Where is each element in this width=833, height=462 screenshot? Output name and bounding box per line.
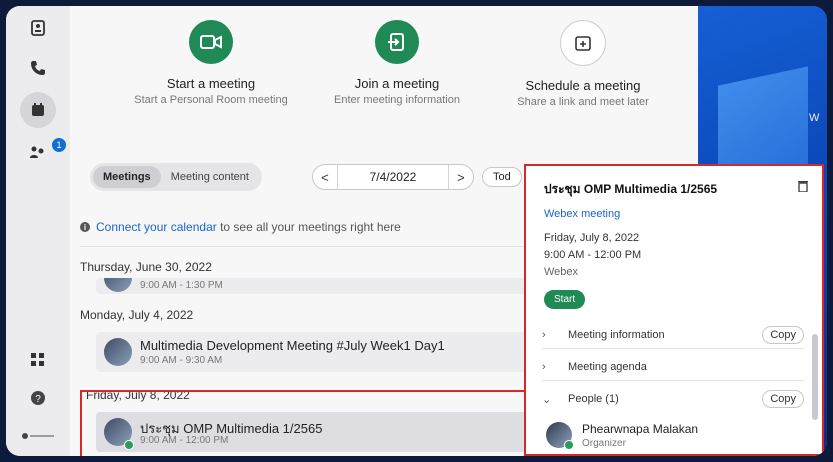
date-field[interactable]: 7/4/2022 [336,165,449,189]
meeting-details-title: ประชุม OMP Multimedia 1/2565 [544,182,718,196]
calendar-note-text: to see all your meetings right here [216,220,401,234]
join-arrow-icon [375,20,419,64]
schedule-meeting-subtitle: Share a link and meet later [517,96,649,108]
copy-button[interactable]: Copy [762,326,804,344]
info-icon: i [80,222,90,232]
row-label: People (1) [568,393,619,405]
webex-meeting-link[interactable]: Webex meeting [544,208,620,220]
meeting-item[interactable]: Multimedia Development Meeting #July Wee… [96,332,526,372]
svg-text:?: ? [35,394,41,405]
meeting-title: Multimedia Development Meeting #July Wee… [140,338,445,353]
status-slider-icon[interactable] [20,422,56,450]
tab-meeting-content[interactable]: Meeting content [161,166,259,188]
next-date-button[interactable]: > [449,170,473,185]
person-name: Phearwnapa Malakan [582,422,699,436]
today-button[interactable]: Tod [481,167,522,187]
presence-indicator [564,440,574,450]
chevron-right-icon: › [542,329,546,341]
day-header: Thursday, June 30, 2022 [80,260,212,274]
date-picker: < 7/4/2022 > [311,164,474,190]
contacts-icon[interactable] [24,14,52,42]
people-row[interactable]: ⌄ People (1) Copy [542,386,804,412]
attendee-organizer[interactable]: Phearwnapa Malakan Organizer [546,420,786,452]
trash-icon[interactable] [798,180,808,195]
day-header: Monday, July 4, 2022 [80,308,194,322]
help-icon[interactable]: ? [24,384,52,412]
meetings-icon[interactable] [20,92,56,128]
quick-actions: Start a meeting Start a Personal Room me… [70,20,698,140]
notification-badge: 1 [52,138,66,152]
chevron-down-icon: ⌄ [542,393,552,406]
panel-scrollbar[interactable] [812,334,818,420]
meeting-time: 9:00 AM - 9:30 AM [140,355,223,366]
calendar-connect-note: i Connect your calendar to see all your … [80,220,530,234]
desktop-partial-text: W [809,112,820,124]
meeting-information-row[interactable]: › Meeting information Copy [542,322,804,349]
apps-grid-icon[interactable] [24,346,52,374]
view-tabs: Meetings Meeting content [90,163,262,191]
join-meeting-subtitle: Enter meeting information [334,94,460,106]
tab-meetings[interactable]: Meetings [93,166,161,188]
meeting-platform: Webex [544,266,579,278]
chevron-right-icon: › [542,361,546,373]
team-icon[interactable] [24,138,52,166]
start-button[interactable]: Start [544,290,586,309]
meeting-date: Friday, July 8, 2022 [544,232,640,244]
video-camera-icon [189,20,233,64]
start-meeting-subtitle: Start a Personal Room meeting [134,94,288,106]
row-label: Meeting information [568,329,665,341]
highlight-box [80,390,526,456]
prev-date-button[interactable]: < [313,170,337,185]
person-role: Organizer [582,438,626,449]
join-meeting-title: Join a meeting [354,76,440,91]
row-label: Meeting agenda [568,361,647,373]
meeting-agenda-row[interactable]: › Meeting agenda [542,354,804,381]
phone-icon[interactable] [24,54,52,82]
avatar [104,278,132,292]
meeting-details-panel: ประชุม OMP Multimedia 1/2565 Webex meeti… [524,164,824,456]
meeting-item[interactable]: 9:00 AM - 1:30 PM [96,278,526,294]
calendar-plus-icon [560,20,606,66]
connect-calendar-link[interactable]: Connect your calendar [96,220,217,234]
start-meeting-title: Start a meeting [166,76,256,91]
copy-button[interactable]: Copy [762,390,804,408]
meeting-time: 9:00 AM - 1:30 PM [140,280,223,291]
schedule-meeting-action[interactable]: Schedule a meeting Share a link and meet… [498,20,668,108]
meeting-time-range: 9:00 AM - 12:00 PM [544,249,642,261]
schedule-meeting-title: Schedule a meeting [525,78,641,93]
avatar [104,338,132,366]
join-meeting-action[interactable]: Join a meeting Enter meeting information [312,20,482,106]
left-rail: 1 ? [6,6,71,456]
divider [80,246,530,247]
screen-frame: W 1 ? Start a meeting Start a Personal R… [6,6,827,456]
start-meeting-action[interactable]: Start a meeting Start a Personal Room me… [126,20,296,106]
